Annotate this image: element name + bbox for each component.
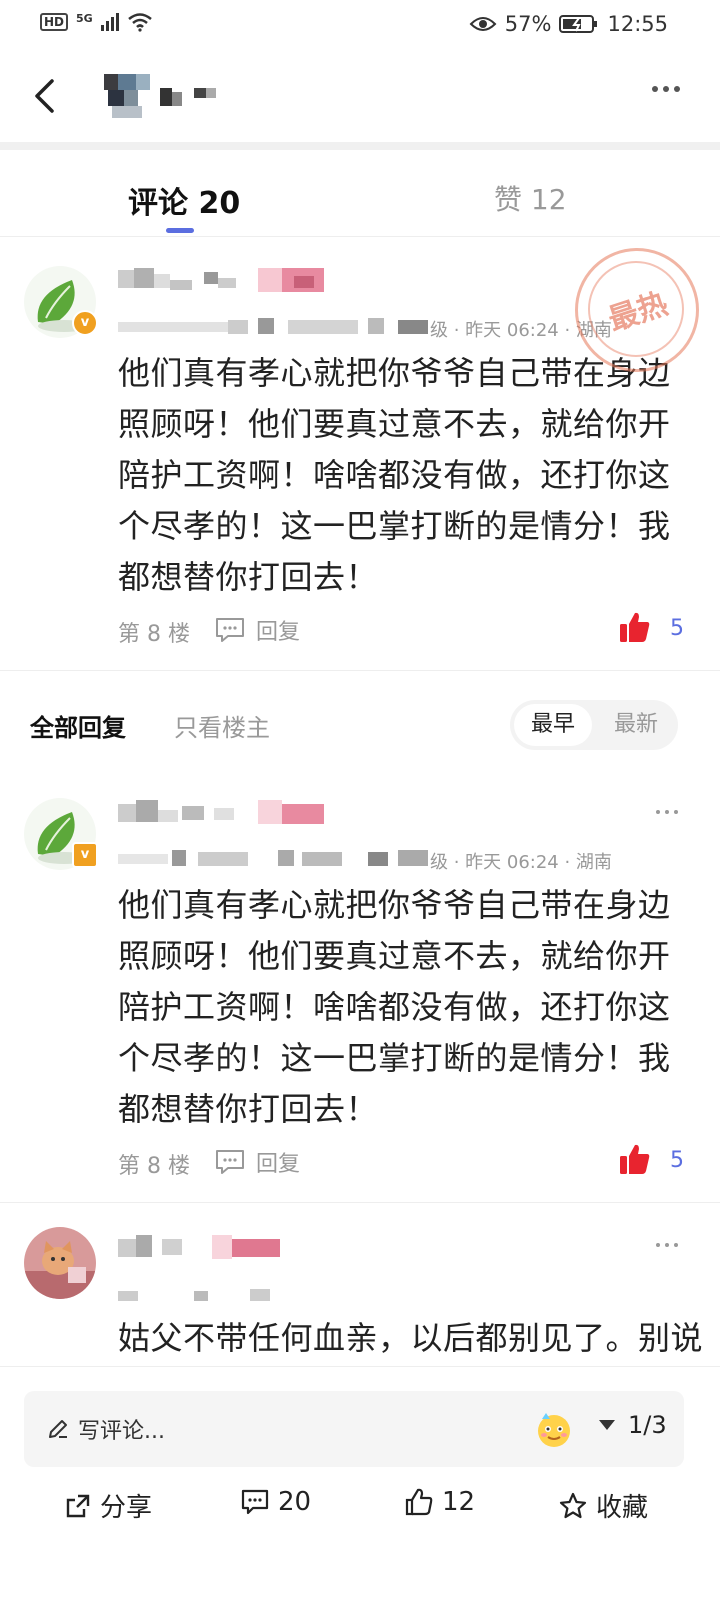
filter-all-replies[interactable]: 全部回复	[30, 708, 126, 743]
triangle-down-icon	[599, 1420, 615, 1430]
user-info-pixelated	[118, 850, 428, 868]
back-button[interactable]	[24, 74, 64, 118]
like-count: 5	[670, 616, 684, 641]
thumb-up-icon[interactable]	[618, 610, 652, 644]
reply-button[interactable]: 回复	[214, 614, 300, 646]
share-icon	[66, 1494, 90, 1517]
wifi-icon	[127, 13, 152, 32]
signal-icon	[100, 13, 119, 31]
avatar[interactable]	[24, 1227, 96, 1299]
floor-number: 第 8 楼	[118, 1154, 190, 1179]
tab-bar: 评论 20 赞 12	[0, 150, 720, 237]
comment-text[interactable]: 姑父不带任何血亲，以后都别见了。别说	[118, 1313, 703, 1364]
author-avatar-pixelated[interactable]	[104, 74, 154, 120]
comment-bubble-icon	[216, 1150, 244, 1174]
divider	[0, 142, 720, 150]
user-info-pixelated	[118, 1289, 278, 1303]
reply-label: 回复	[256, 1152, 301, 1177]
battery-percent: 57%	[504, 12, 552, 36]
share-button[interactable]: 分享	[64, 1487, 152, 1524]
reply-filter-row: 全部回复 只看楼主 最早 最新	[0, 690, 720, 760]
network-type: 5G	[76, 12, 93, 25]
more-options-button[interactable]	[656, 810, 678, 814]
thumb-up-icon	[405, 1488, 433, 1516]
page-indicator[interactable]: 1/3	[598, 1411, 667, 1439]
hd-indicator: HD	[40, 13, 69, 31]
verified-badge: v	[72, 310, 98, 336]
verified-badge: v	[72, 842, 98, 868]
reply-item: 姑父不带任何血亲，以后都别见了。别说	[0, 1203, 720, 1366]
favorite-button[interactable]: 收藏	[558, 1487, 648, 1524]
like-count: 5	[670, 1148, 684, 1173]
pencil-icon	[49, 1420, 67, 1438]
user-info-pixelated	[118, 318, 428, 336]
input-placeholder: 写评论...	[78, 1419, 165, 1444]
back-arrow-icon	[35, 79, 54, 113]
bottom-panel: 写评论... 1/3 分享 20 12 收藏	[0, 1366, 720, 1601]
thumb-up-icon[interactable]	[618, 1142, 652, 1176]
more-icon	[656, 1243, 678, 1247]
more-icon	[656, 810, 678, 814]
filter-owner-only[interactable]: 只看楼主	[174, 708, 270, 743]
floor-number: 第 8 楼	[118, 622, 190, 647]
top-bar	[0, 50, 720, 142]
reply-item: v 级 · 昨天 06:24 · 湖南 他们真有孝心就把你爷爷自己带在身边照顾呀…	[0, 770, 720, 1202]
comment-text[interactable]: 他们真有孝心就把你爷爷自己带在身边照顾呀！他们要真过意不去，就给你开陪护工资啊！…	[118, 348, 690, 603]
comment-input[interactable]: 写评论... 1/3	[24, 1391, 684, 1467]
like-button[interactable]: 12	[404, 1487, 475, 1517]
hot-stamp: 最热	[575, 248, 699, 372]
comment-bubble-icon	[241, 1489, 269, 1515]
sort-toggle: 最早 最新	[510, 700, 678, 750]
more-options-button[interactable]	[652, 86, 680, 92]
tab-comments[interactable]: 评论 20	[128, 178, 240, 222]
sort-latest-button[interactable]: 最新	[598, 704, 674, 746]
battery-icon	[559, 15, 598, 33]
reply-label: 回复	[256, 620, 301, 645]
status-bar: HD 5G 57% 12:55	[0, 0, 720, 50]
comment-bubble-icon	[216, 618, 244, 642]
clock: 12:55	[607, 12, 668, 36]
emoji-icon[interactable]	[534, 1409, 574, 1449]
more-icon	[652, 86, 680, 92]
more-options-button[interactable]	[656, 1243, 678, 1247]
tab-likes[interactable]: 赞 12	[494, 178, 567, 218]
username-pixelated	[118, 268, 338, 294]
comment-text[interactable]: 他们真有孝心就把你爷爷自己带在身边照顾呀！他们要真过意不去，就给你开陪护工资啊！…	[118, 880, 690, 1135]
divider	[0, 670, 720, 671]
comment-meta: 级 · 昨天 06:24 · 湖南	[430, 852, 612, 873]
username-pixelated	[118, 800, 338, 826]
star-icon	[559, 1492, 587, 1518]
comments-button[interactable]: 20	[240, 1487, 311, 1517]
author-name-pixelated	[160, 88, 220, 108]
reply-button[interactable]: 回复	[214, 1146, 300, 1178]
sort-earliest-button[interactable]: 最早	[514, 704, 592, 746]
active-tab-indicator	[166, 228, 194, 233]
eye-icon	[469, 17, 497, 31]
username-pixelated	[118, 1235, 288, 1261]
